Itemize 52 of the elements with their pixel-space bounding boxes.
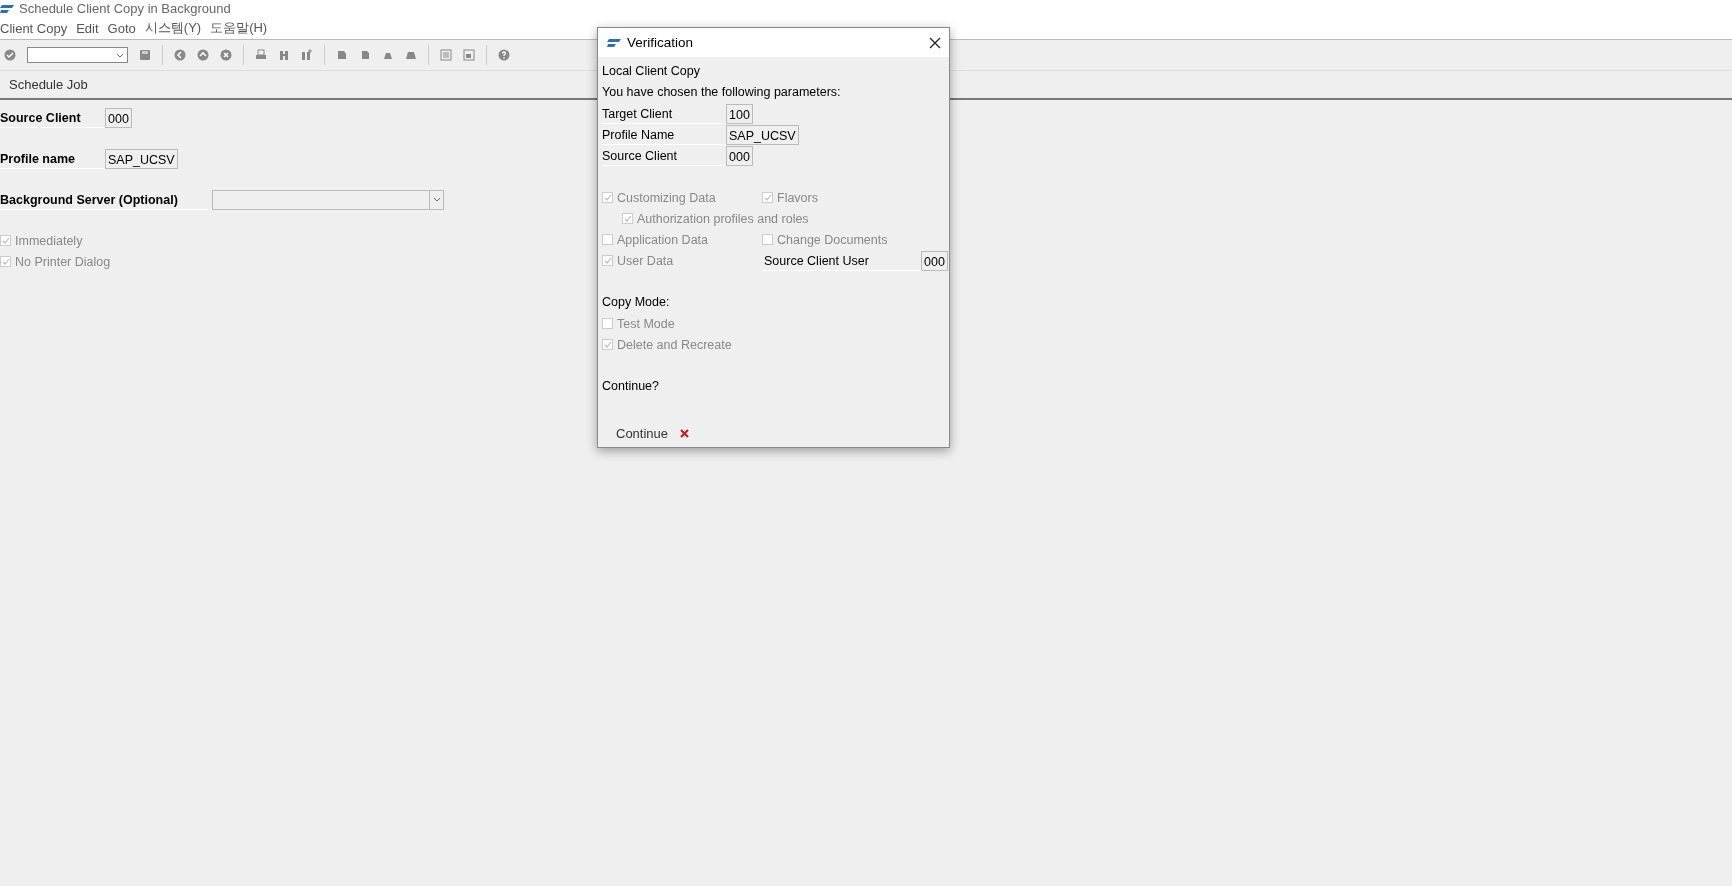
checkbox-label: Authorization profiles and roles [637,211,809,226]
menu-item[interactable]: Goto [107,20,136,36]
checkbox-label: User Data [617,253,674,268]
menu-item[interactable]: 시스템(Y) [144,19,202,37]
menu-item[interactable]: Edit [76,20,99,36]
cross-icon [680,429,690,438]
input-field[interactable]: 000 [105,107,132,128]
schedule-job-button[interactable]: Schedule Job [9,77,88,92]
input-field[interactable]: 100 [726,103,753,124]
previous-page-icon[interactable] [359,49,371,61]
continue-button[interactable]: Continue [616,426,669,441]
checkbox-label: Customizing Data [617,190,716,205]
first-page-icon[interactable] [336,49,348,61]
input-field[interactable]: SAP_UCSV [105,148,178,169]
checkbox-label: Application Data [617,232,709,247]
dropdown-field[interactable] [212,189,444,210]
input-field[interactable]: 000 [921,250,948,271]
help-icon[interactable] [498,49,510,61]
last-page-icon[interactable] [405,49,417,61]
logo-icon [0,4,14,13]
window-icon[interactable] [440,49,452,61]
field-label: Background Server (Optional) [0,189,212,210]
close-icon [929,36,941,49]
window-icon[interactable] [463,49,475,61]
input-field[interactable]: SAP_UCSV [726,124,799,145]
dialog-title: Verification [627,35,695,50]
input-field[interactable]: 000 [726,145,753,166]
printer-icon[interactable] [255,49,267,61]
cancel-button[interactable] [680,429,690,438]
chevron-down-icon [116,52,124,58]
dialog-heading: Local Client Copy [602,63,701,80]
intro-text: You have chosen the following parameters: [602,84,842,101]
logo-icon [607,38,621,47]
menu-item[interactable]: 도움말(H) [210,19,268,37]
chevron-down-icon [432,197,441,202]
checkbox-label: Test Mode [617,316,675,331]
checkbox-label: Change Documents [777,232,888,247]
checkbox-label: Delete and Recreate [617,337,732,352]
close-button[interactable] [929,36,941,49]
binoculars-icon[interactable] [278,49,290,61]
checkbox-label: No Printer Dialog [15,254,111,269]
checkbox-label: Flavors [777,190,818,205]
copy-mode-label: Copy Mode: [602,294,671,311]
menu-item[interactable]: Client Copy [0,20,68,36]
back-icon[interactable] [174,49,186,61]
cancel-icon[interactable] [220,49,232,61]
checkmark-icon[interactable] [4,49,16,61]
command-field[interactable] [27,47,128,63]
question-text: Continue? [602,378,660,395]
binoculars-plus-icon[interactable] [301,49,313,61]
checkbox-label: Immediately [15,233,83,248]
window-title: Schedule Client Copy in Background [19,1,231,16]
